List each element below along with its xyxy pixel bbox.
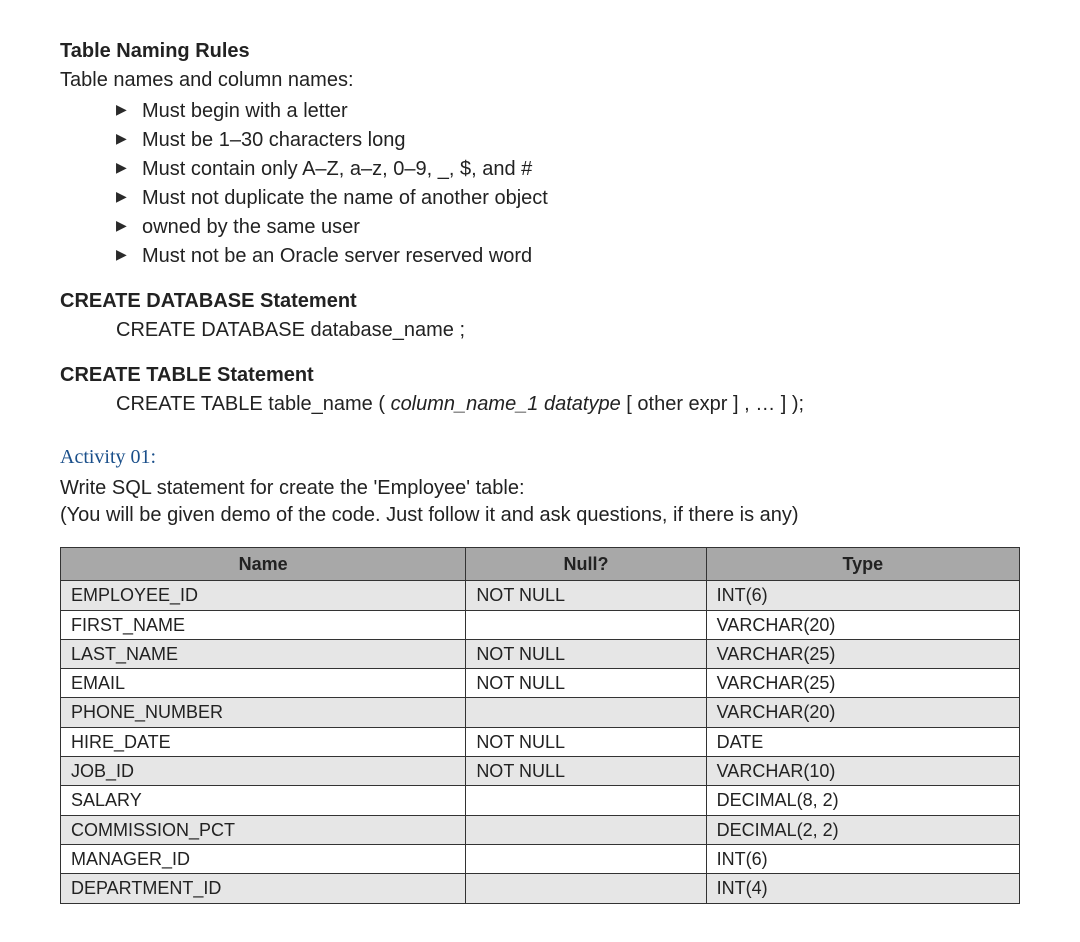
table-row: PHONE_NUMBER VARCHAR(20) bbox=[61, 698, 1020, 727]
table-row: FIRST_NAME VARCHAR(20) bbox=[61, 610, 1020, 639]
activity-line2: (You will be given demo of the code. Jus… bbox=[60, 502, 1020, 529]
cell-null bbox=[466, 874, 706, 903]
cell-null bbox=[466, 610, 706, 639]
cell-type: VARCHAR(20) bbox=[706, 610, 1019, 639]
cell-type: INT(6) bbox=[706, 581, 1019, 610]
cell-null: NOT NULL bbox=[466, 581, 706, 610]
cell-name: DEPARTMENT_ID bbox=[61, 874, 466, 903]
cell-type: VARCHAR(25) bbox=[706, 639, 1019, 668]
table-row: MANAGER_ID INT(6) bbox=[61, 844, 1020, 873]
table-header-row: Name Null? Type bbox=[61, 548, 1020, 581]
table-row: LAST_NAMENOT NULLVARCHAR(25) bbox=[61, 639, 1020, 668]
list-item: Must not duplicate the name of another o… bbox=[116, 185, 1020, 212]
code-text: [ other expr ] , … ] ); bbox=[621, 393, 804, 415]
cell-null bbox=[466, 844, 706, 873]
list-item: owned by the same user bbox=[116, 214, 1020, 241]
create-table-code: CREATE TABLE table_name ( column_name_1 … bbox=[116, 391, 1020, 418]
cell-name: FIRST_NAME bbox=[61, 610, 466, 639]
table-row: HIRE_DATENOT NULLDATE bbox=[61, 727, 1020, 756]
table-body: EMPLOYEE_IDNOT NULLINT(6)FIRST_NAMEVARCH… bbox=[61, 581, 1020, 903]
table-row: DEPARTMENT_ID INT(4) bbox=[61, 874, 1020, 903]
activity-line1: Write SQL statement for create the 'Empl… bbox=[60, 475, 1020, 502]
create-db-code: CREATE DATABASE database_name ; bbox=[116, 317, 1020, 344]
cell-name: COMMISSION_PCT bbox=[61, 815, 466, 844]
naming-rules-subtext: Table names and column names: bbox=[60, 67, 1020, 94]
cell-name: EMPLOYEE_ID bbox=[61, 581, 466, 610]
cell-null bbox=[466, 698, 706, 727]
cell-name: SALARY bbox=[61, 786, 466, 815]
employee-table: Name Null? Type EMPLOYEE_IDNOT NULLINT(6… bbox=[60, 547, 1020, 904]
naming-rules-list: Must begin with a letter Must be 1–30 ch… bbox=[60, 98, 1020, 270]
table-row: EMPLOYEE_IDNOT NULLINT(6) bbox=[61, 581, 1020, 610]
col-type-header: Type bbox=[706, 548, 1019, 581]
cell-name: JOB_ID bbox=[61, 757, 466, 786]
cell-name: HIRE_DATE bbox=[61, 727, 466, 756]
list-item: Must begin with a letter bbox=[116, 98, 1020, 125]
table-row: COMMISSION_PCT DECIMAL(2, 2) bbox=[61, 815, 1020, 844]
code-text: CREATE TABLE table_name ( bbox=[116, 393, 391, 415]
cell-type: DECIMAL(2, 2) bbox=[706, 815, 1019, 844]
cell-name: LAST_NAME bbox=[61, 639, 466, 668]
naming-rules-heading: Table Naming Rules bbox=[60, 38, 1020, 65]
cell-null: NOT NULL bbox=[466, 669, 706, 698]
list-item: Must contain only A–Z, a–z, 0–9, _, $, a… bbox=[116, 156, 1020, 183]
cell-name: PHONE_NUMBER bbox=[61, 698, 466, 727]
list-item: Must be 1–30 characters long bbox=[116, 127, 1020, 154]
cell-null bbox=[466, 815, 706, 844]
create-table-heading: CREATE TABLE Statement bbox=[60, 362, 1020, 389]
create-db-heading: CREATE DATABASE Statement bbox=[60, 288, 1020, 315]
cell-type: DATE bbox=[706, 727, 1019, 756]
cell-name: EMAIL bbox=[61, 669, 466, 698]
cell-type: INT(4) bbox=[706, 874, 1019, 903]
table-row: SALARY DECIMAL(8, 2) bbox=[61, 786, 1020, 815]
col-null-header: Null? bbox=[466, 548, 706, 581]
cell-type: INT(6) bbox=[706, 844, 1019, 873]
table-row: JOB_IDNOT NULLVARCHAR(10) bbox=[61, 757, 1020, 786]
cell-type: DECIMAL(8, 2) bbox=[706, 786, 1019, 815]
cell-type: VARCHAR(20) bbox=[706, 698, 1019, 727]
cell-name: MANAGER_ID bbox=[61, 844, 466, 873]
activity-heading: Activity 01: bbox=[60, 444, 1020, 471]
cell-null: NOT NULL bbox=[466, 639, 706, 668]
cell-type: VARCHAR(10) bbox=[706, 757, 1019, 786]
table-row: EMAILNOT NULLVARCHAR(25) bbox=[61, 669, 1020, 698]
list-item: Must not be an Oracle server reserved wo… bbox=[116, 243, 1020, 270]
cell-null: NOT NULL bbox=[466, 727, 706, 756]
code-italic: column_name_1 datatype bbox=[391, 393, 621, 415]
col-name-header: Name bbox=[61, 548, 466, 581]
cell-type: VARCHAR(25) bbox=[706, 669, 1019, 698]
cell-null bbox=[466, 786, 706, 815]
cell-null: NOT NULL bbox=[466, 757, 706, 786]
